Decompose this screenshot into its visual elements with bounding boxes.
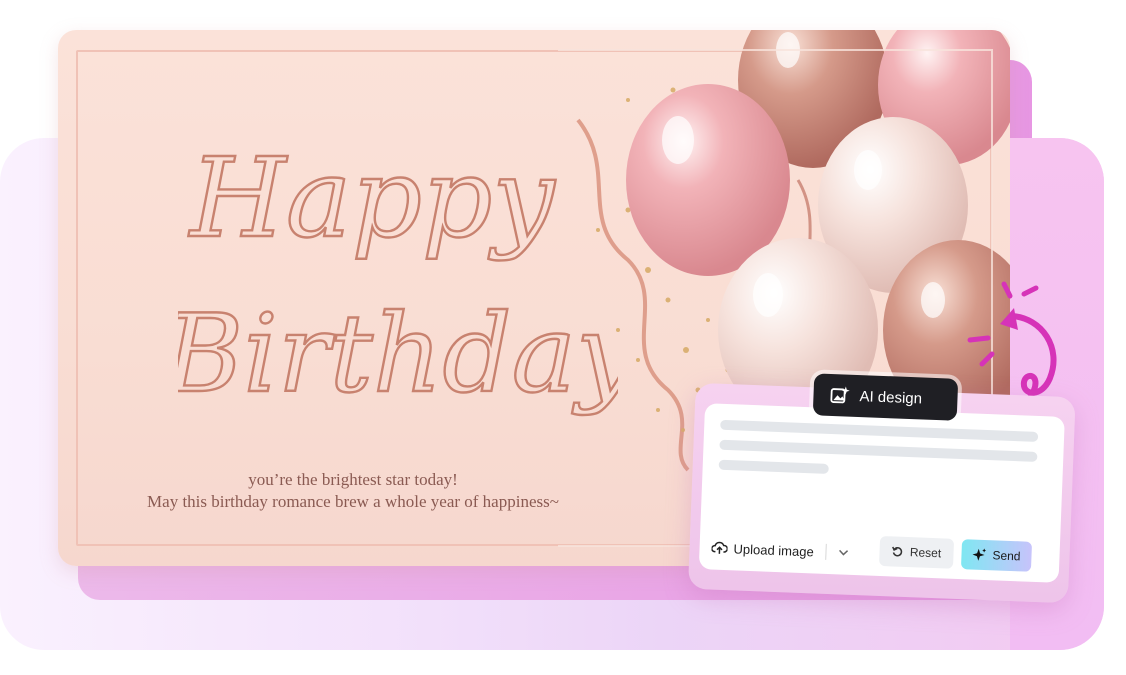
- send-label: Send: [992, 548, 1021, 564]
- text-placeholder-line: [720, 419, 1039, 442]
- ai-design-badge[interactable]: AI design: [812, 373, 959, 421]
- sparkle-icon: [972, 548, 987, 561]
- reset-button[interactable]: Reset: [879, 535, 955, 569]
- title-line-1: Happy: [188, 134, 556, 262]
- cloud-upload-icon: [711, 541, 728, 554]
- send-button[interactable]: Send: [960, 539, 1033, 572]
- image-sparkle-icon: [830, 386, 850, 404]
- ai-design-label: AI design: [859, 387, 923, 407]
- title-line-2: Birthday: [178, 292, 618, 417]
- text-placeholder-line: [719, 439, 1038, 462]
- chevron-down-icon[interactable]: [839, 548, 849, 556]
- ai-design-panel: AI design Upload image Reset Send: [687, 371, 1076, 605]
- reset-label: Reset: [909, 545, 942, 561]
- divider: [825, 543, 828, 560]
- reset-icon: [892, 546, 903, 557]
- card-title: Happy Birthday: [178, 133, 618, 418]
- text-placeholder-line: [718, 459, 829, 474]
- upload-image-label: Upload image: [733, 540, 815, 559]
